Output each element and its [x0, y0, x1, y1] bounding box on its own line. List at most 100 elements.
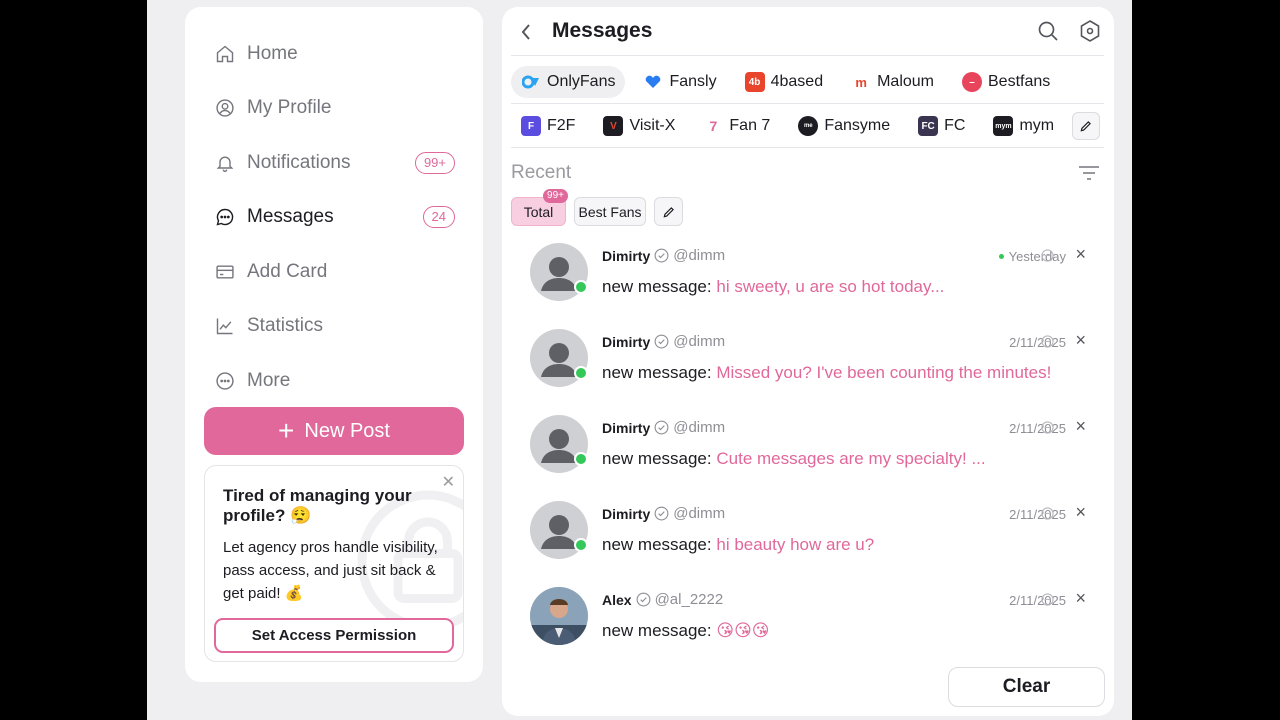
platform-tab-4based[interactable]: 4b 4based	[735, 66, 834, 98]
platform-label: mym	[1019, 117, 1055, 134]
message-preview: new message: Missed you? I've been count…	[602, 363, 1051, 383]
platform-tab-bestfans[interactable]: – Bestfans	[952, 66, 1060, 98]
pencil-icon	[663, 206, 674, 217]
mym-logo-icon: mym	[993, 116, 1014, 136]
online-status-dot	[574, 452, 588, 466]
edit-filters-button[interactable]	[654, 197, 683, 226]
message-text: Cute messages are my specialty! ...	[716, 449, 986, 468]
platform-tab-fan-7[interactable]: 7 Fan 7	[693, 110, 780, 142]
profile-icon	[216, 99, 234, 117]
filter-chip-best-fans[interactable]: Best Fans	[574, 197, 646, 226]
platform-tab-mym[interactable]: mym mym	[983, 110, 1064, 142]
verified-icon	[654, 334, 669, 349]
message-time: 2/11/2025	[1009, 335, 1066, 350]
back-arrow-icon[interactable]	[520, 21, 532, 43]
message-row[interactable]: Dimirty @dimm 2/11/2025 × new message: Cute …	[530, 409, 1090, 489]
platform-tab-fansly[interactable]: Fansly	[633, 66, 726, 98]
sender-name-row: Dimirty @dimm	[602, 505, 725, 522]
sender-name-row: Dimirty @dimm	[602, 247, 725, 264]
dismiss-message-button[interactable]: ×	[1075, 588, 1086, 609]
set-access-permission-button[interactable]: Set Access Permission	[214, 618, 454, 653]
recent-heading: Recent	[511, 162, 572, 183]
online-status-dot	[574, 280, 588, 294]
platform-tab-f2f[interactable]: F F2F	[511, 110, 585, 142]
messages-header: Messages	[502, 7, 1114, 55]
sidebar-item-messages[interactable]: Messages 24	[215, 202, 455, 232]
sender-name: Alex	[602, 591, 632, 608]
plus-icon: +	[278, 415, 295, 446]
message-text: hi sweety, u are so hot today...	[716, 277, 945, 296]
card-icon	[216, 265, 234, 279]
divider	[511, 55, 1104, 56]
onlyfans-logo-icon	[521, 72, 541, 92]
platform-tab-fansyme[interactable]: me Fansyme	[788, 110, 900, 142]
online-status-dot	[574, 538, 588, 552]
4based-logo-icon: 4b	[744, 72, 765, 92]
bestfans-logo-icon: –	[962, 72, 982, 92]
agency-promo-card: ✕ Tired of managing your profile? 😮‍💨 Le…	[204, 465, 464, 662]
platform-tab-onlyfans[interactable]: OnlyFans	[511, 66, 626, 98]
promo-title: Tired of managing your profile? 😮‍💨	[223, 486, 412, 525]
filter-chip-total[interactable]: Total 99+	[511, 189, 568, 226]
platform-label: 4based	[770, 73, 824, 90]
edit-platforms-button[interactable]	[1072, 112, 1101, 140]
message-row[interactable]: Alex @al_2222 2/11/2025 × new message: 😘😘😘	[530, 581, 1090, 661]
sidebar-item-add-card[interactable]: Add Card	[215, 257, 455, 287]
dismiss-message-button[interactable]: ×	[1075, 330, 1086, 351]
chip-label: Total	[523, 203, 554, 220]
sidebar-item-more[interactable]: More	[215, 366, 455, 396]
sidebar-item-label: My Profile	[247, 97, 332, 118]
sender-name-row: Dimirty @dimm	[602, 419, 725, 436]
fansly-logo-icon	[643, 72, 663, 92]
sidebar-item-label: More	[247, 370, 291, 391]
settings-icon[interactable]	[1078, 19, 1102, 43]
platform-tab-visit-x[interactable]: V Visit-X	[593, 110, 685, 142]
avatar[interactable]	[530, 587, 588, 645]
new-post-button[interactable]: + New Post	[204, 407, 464, 455]
sidebar-item-label: Notifications	[247, 152, 351, 173]
platform-label: Fansyme	[824, 117, 891, 134]
message-preview: new message: Cute messages are my specia…	[602, 449, 986, 469]
fc-logo-icon: FC	[918, 116, 939, 136]
sidebar-item-notifications[interactable]: Notifications 99+	[215, 148, 455, 178]
sidebar-item-label: Statistics	[247, 315, 324, 336]
message-time-label: 2/11/2025	[1009, 335, 1066, 350]
sidebar-item-home[interactable]: Home	[215, 39, 455, 69]
total-count-badge: 99+	[543, 189, 568, 203]
message-time: Yesterday	[998, 249, 1066, 264]
message-time: 2/11/2025	[1009, 507, 1066, 522]
message-row[interactable]: Dimirty @dimm Yesterday × new message: hi sw…	[530, 237, 1090, 317]
sidebar-item-my-profile[interactable]: My Profile	[215, 93, 455, 123]
dismiss-message-button[interactable]: ×	[1075, 502, 1086, 523]
filter-icon[interactable]	[1078, 165, 1100, 181]
platform-tab-fc[interactable]: FC FC	[908, 110, 975, 142]
mute-icon[interactable]	[1041, 507, 1054, 520]
platform-tab-maloum[interactable]: m Maloum	[841, 66, 944, 98]
divider	[511, 103, 1104, 104]
chip-label: Best Fans	[578, 203, 642, 220]
platform-label: OnlyFans	[547, 73, 616, 90]
message-time: 2/11/2025	[1009, 421, 1066, 436]
dismiss-message-button[interactable]: ×	[1075, 416, 1086, 437]
search-icon[interactable]	[1036, 19, 1060, 43]
message-text: 😘😘😘	[716, 621, 770, 640]
message-row[interactable]: Dimirty @dimm 2/11/2025 × new message: Misse…	[530, 323, 1090, 403]
message-row[interactable]: Dimirty @dimm 2/11/2025 × new message: hi be…	[530, 495, 1090, 575]
sidebar: Home My Profile Notifications 99+ Messag…	[185, 7, 483, 682]
message-preview: new message: hi sweety, u are so hot tod…	[602, 277, 944, 297]
sidebar-item-statistics[interactable]: Statistics	[215, 311, 455, 341]
mute-icon[interactable]	[1041, 335, 1054, 348]
mute-icon[interactable]	[1041, 249, 1054, 262]
message-prefix: new message:	[602, 535, 712, 554]
new-post-label: New Post	[304, 419, 390, 442]
clear-button[interactable]: Clear	[948, 667, 1105, 707]
dismiss-message-button[interactable]: ×	[1075, 244, 1086, 265]
message-time-label: 2/11/2025	[1009, 507, 1066, 522]
message-prefix: new message:	[602, 449, 712, 468]
message-time-label: 2/11/2025	[1009, 421, 1066, 436]
home-icon	[216, 45, 234, 63]
mute-icon[interactable]	[1041, 421, 1054, 434]
messages-count-badge: 24	[422, 206, 455, 228]
mute-icon[interactable]	[1041, 593, 1054, 606]
platform-label: Fan 7	[729, 117, 771, 134]
